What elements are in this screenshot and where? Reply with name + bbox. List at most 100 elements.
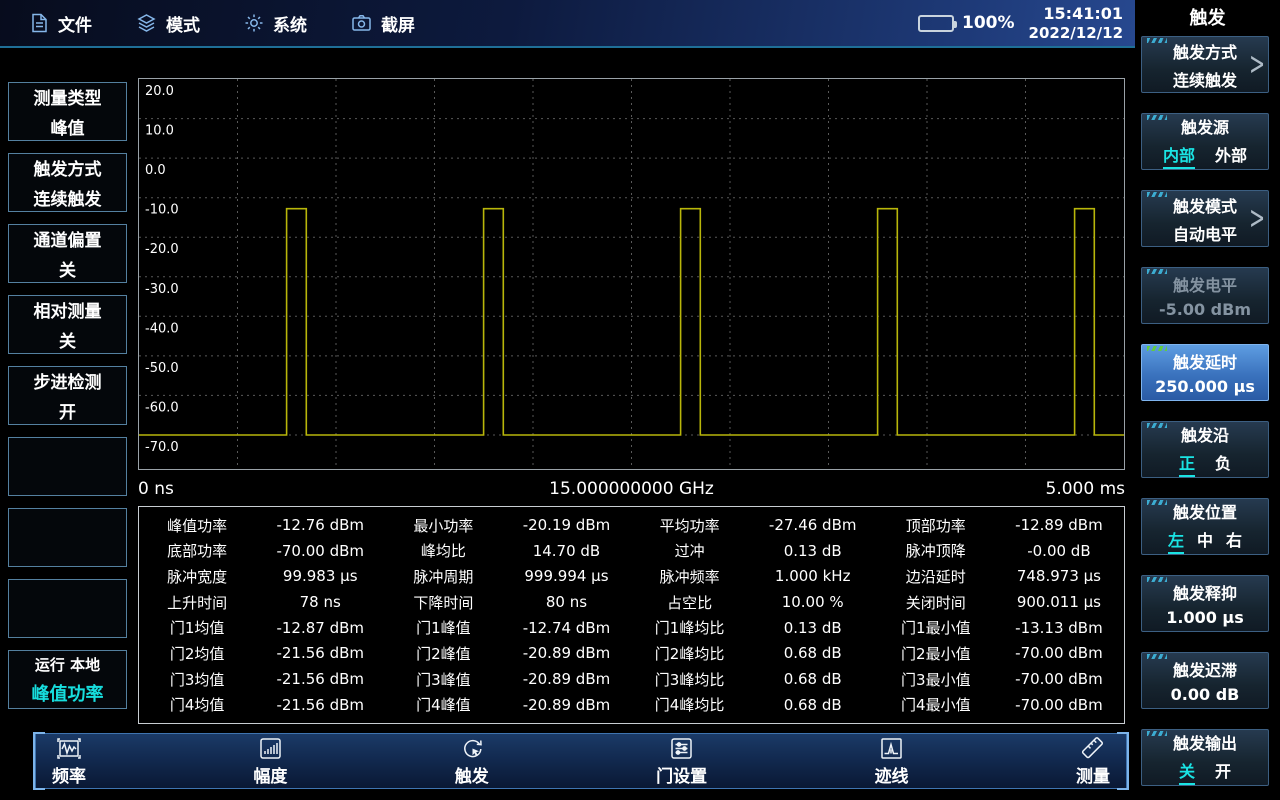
trigger-type-button[interactable]: 触发方式 连续触发 [1141,36,1269,93]
pulse-chart-canvas: 20.010.00.0-10.0-20.0-30.0-40.0-50.0-60.… [139,79,1124,469]
option-right[interactable]: 右 [1226,527,1242,551]
empty-slot [8,579,127,638]
table-label: 门2最小值 [878,643,994,664]
tab-frequency[interactable]: 频率 [52,736,86,787]
table-value: -21.56 dBm [255,644,385,662]
table-value: 999.994 μs [501,567,631,585]
trigger-delay-button[interactable]: 触发延时 250.000 μs [1141,344,1269,401]
table-label: 关闭时间 [878,592,994,613]
trigger-icon [459,736,485,761]
table-value: 748.973 μs [994,567,1124,585]
button-title: 步进检测 [34,368,102,393]
button-title: 触发输出 [1173,730,1237,754]
table-label: 脉冲顶降 [878,540,994,561]
menu-label: 截屏 [381,11,415,36]
table-label: 门4峰均比 [631,694,747,715]
button-value: -5.00 dBm [1159,300,1251,319]
trace-icon [879,736,904,761]
table-value: 0.68 dB [748,696,878,714]
trigger-output-button[interactable]: 触发输出 关 开 [1141,729,1269,786]
svg-text:-40.0: -40.0 [145,321,179,336]
button-value: 峰值 [51,114,85,139]
table-label: 脉冲频率 [631,566,747,587]
option-positive[interactable]: 正 [1179,450,1195,477]
table-label: 门3峰值 [385,669,501,690]
x-start-label: 0 ns [138,479,174,499]
table-label: 门4最小值 [878,694,994,715]
button-value: 0.00 dB [1171,685,1240,704]
datetime-display: 15:41:01 2022/12/12 [1029,4,1123,43]
button-title: 触发方式 [34,155,102,180]
tab-amplitude[interactable]: 幅度 [253,736,287,787]
trigger-level-button: 触发电平 -5.00 dBm [1141,267,1269,324]
option-left[interactable]: 左 [1168,527,1184,554]
option-internal[interactable]: 内部 [1163,142,1195,169]
x-axis-labels: 15.000000000 GHz 0 ns 5.000 ms [138,477,1125,501]
gate-settings-icon [669,736,694,761]
option-off[interactable]: 关 [1179,758,1195,785]
table-value: -20.89 dBm [501,696,631,714]
battery-indicator: 100% [918,13,1015,33]
option-center[interactable]: 中 [1197,527,1213,551]
menu-mode[interactable]: 模式 [136,11,200,36]
menu-label: 模式 [166,11,200,36]
trigger-mode-button[interactable]: 触发模式 自动电平 [1141,190,1269,247]
trigger-edge-button[interactable]: 触发沿 正 负 [1141,421,1269,478]
button-title: 触发源 [1181,114,1229,138]
run-status-box: 运行 本地 峰值功率 [8,650,127,709]
option-negative[interactable]: 负 [1215,450,1231,474]
option-on[interactable]: 开 [1215,758,1231,782]
table-row: 上升时间78 ns下降时间80 ns占空比10.00 %关闭时间900.011 … [139,592,1124,613]
pulse-waveform-chart: 20.010.00.0-10.0-20.0-30.0-40.0-50.0-60.… [138,78,1125,470]
table-value: -20.89 dBm [501,670,631,688]
button-value: 关 [59,327,76,352]
relative-measure-button[interactable]: 相对测量 关 [8,295,127,354]
clock-date: 2022/12/12 [1029,24,1123,43]
measure-icon [1080,736,1106,761]
svg-text:-60.0: -60.0 [145,400,179,415]
trigger-source-button[interactable]: 触发源 内部 外部 [1141,113,1269,170]
table-value: -70.00 dBm [994,696,1124,714]
table-value: -12.76 dBm [255,516,385,534]
table-value: -12.87 dBm [255,619,385,637]
bar-corner-bracket [33,732,45,790]
tab-label: 频率 [52,762,86,787]
step-detect-button[interactable]: 步进检测 开 [8,366,127,425]
table-label: 门1最小值 [878,617,994,638]
tab-gate-settings[interactable]: 门设置 [656,736,707,787]
table-value: 0.68 dB [748,670,878,688]
system-gear-icon [244,13,264,33]
table-label: 平均功率 [631,515,747,536]
option-external[interactable]: 外部 [1215,142,1247,166]
menu-screenshot[interactable]: 截屏 [351,11,415,36]
menu-file[interactable]: 文件 [30,11,92,36]
table-value: -12.89 dBm [994,516,1124,534]
tab-label: 迹线 [875,762,909,787]
bar-corner-bracket [1117,732,1129,790]
measure-type-button[interactable]: 测量类型 峰值 [8,82,127,141]
trigger-position-button[interactable]: 触发位置 左 中 右 [1141,498,1269,555]
table-value: 10.00 % [748,593,878,611]
tab-trigger[interactable]: 触发 [455,736,489,787]
tab-label: 幅度 [253,762,287,787]
trigger-type-summary-button[interactable]: 触发方式 连续触发 [8,153,127,212]
table-value: -21.56 dBm [255,696,385,714]
trigger-hysteresis-button[interactable]: 触发迟滞 0.00 dB [1141,652,1269,709]
tab-label: 测量 [1076,762,1110,787]
tab-trace[interactable]: 迹线 [875,736,909,787]
measurement-settings-panel: 测量类型 峰值 触发方式 连续触发 通道偏置 关 相对测量 关 步进检测 开 运… [8,82,127,709]
table-label: 门1均值 [139,617,255,638]
trigger-holdoff-button[interactable]: 触发释抑 1.000 μs [1141,575,1269,632]
status-group: 100% 15:41:01 2022/12/12 [918,4,1135,43]
table-label: 占空比 [631,592,747,613]
table-row: 峰值功率-12.76 dBm最小功率-20.19 dBm平均功率-27.46 d… [139,515,1124,536]
channel-offset-button[interactable]: 通道偏置 关 [8,224,127,283]
tab-measure[interactable]: 测量 [1076,736,1110,787]
bottom-function-bar: 频率 幅度 触发 门设置 迹线 [35,733,1127,789]
file-icon [30,13,49,33]
table-row: 门1均值-12.87 dBm门1峰值-12.74 dBm门1峰均比0.13 dB… [139,617,1124,638]
table-label: 顶部功率 [878,515,994,536]
menu-system[interactable]: 系统 [244,11,307,36]
button-value: 250.000 μs [1155,377,1255,396]
screenshot-camera-icon [351,13,372,33]
